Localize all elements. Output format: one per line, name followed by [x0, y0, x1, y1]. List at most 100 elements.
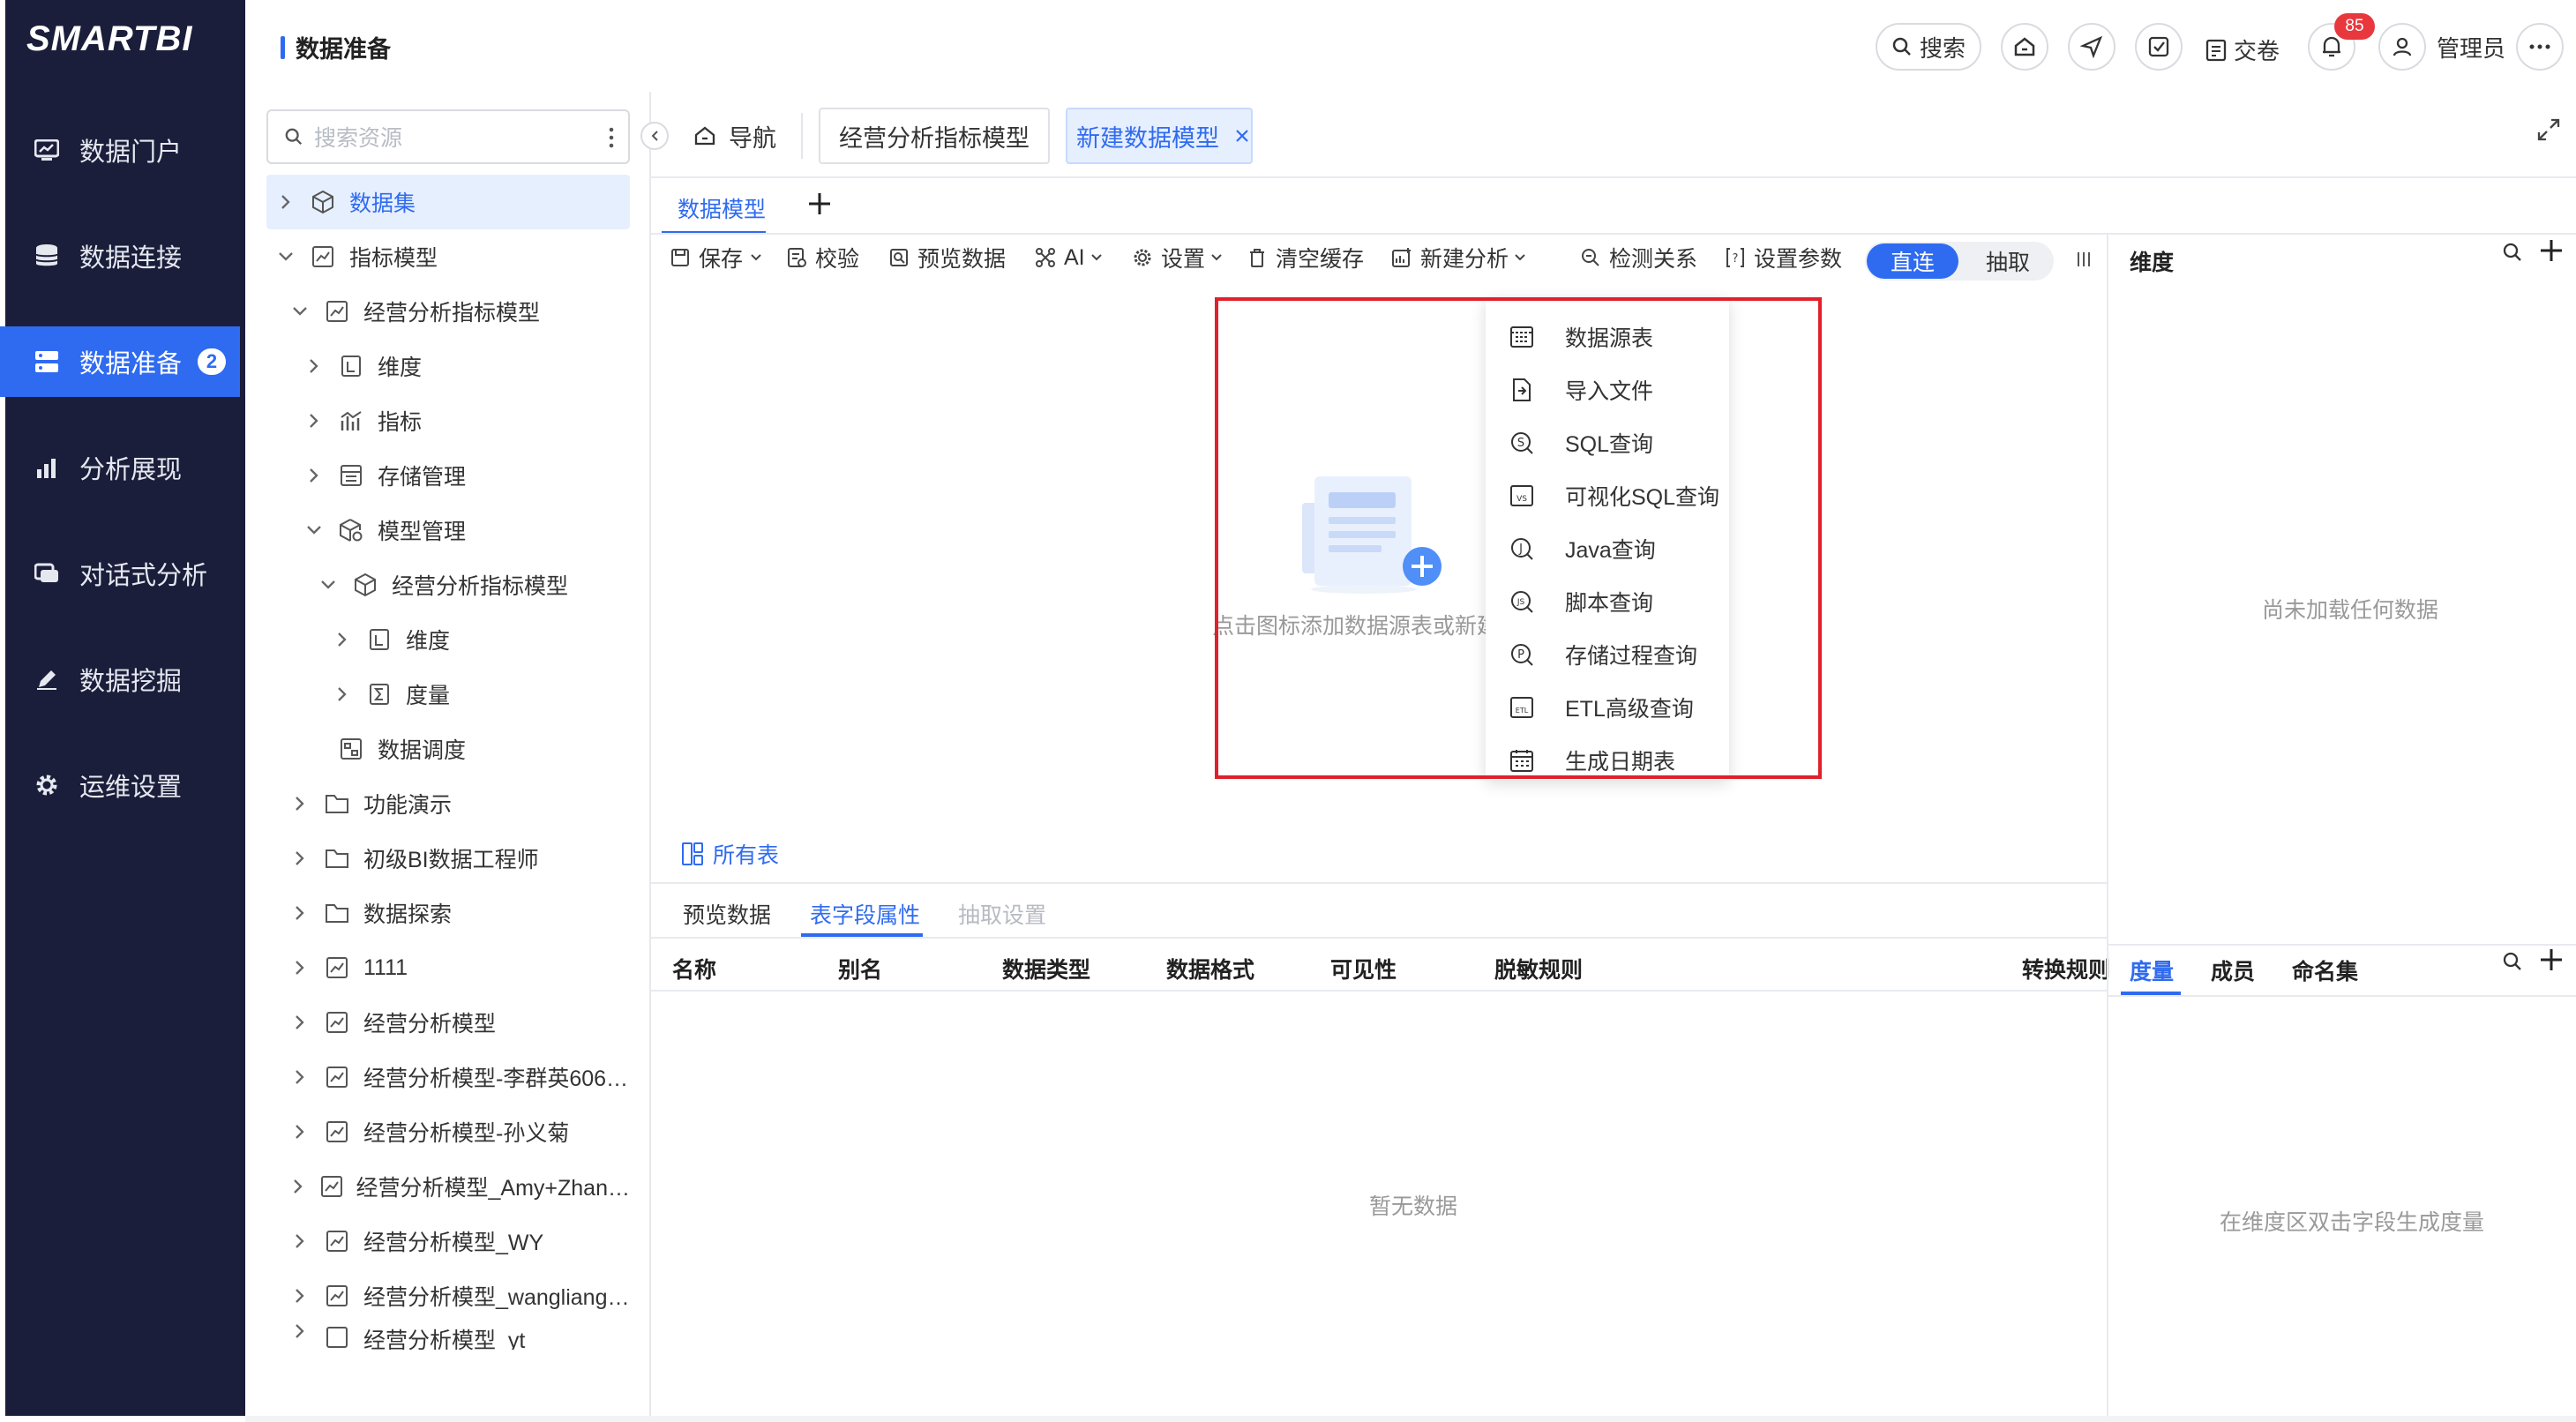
settings-button[interactable]: 设置 [1131, 240, 1223, 275]
column-header[interactable]: 名称 [672, 953, 716, 984]
tree-node[interactable]: 指标 [266, 393, 630, 448]
tab-new-data-model[interactable]: 新建数据模型 [1066, 108, 1253, 164]
tree-node[interactable]: 经营分析模型_wangliang… [266, 1269, 630, 1323]
chevron-right-icon[interactable] [289, 1179, 307, 1194]
tab-measure[interactable]: 度量 [2130, 954, 2174, 986]
direct-mode-option[interactable]: 直连 [1867, 243, 1958, 279]
column-layout-icon[interactable] [2077, 251, 2091, 268]
resource-search-input[interactable]: 搜索资源 [266, 109, 630, 164]
tree-node[interactable]: 经营分析模型_WY [266, 1214, 630, 1269]
more-button[interactable] [2516, 23, 2564, 71]
tree-node[interactable]: 功能演示 [266, 776, 630, 831]
nav-item-chat-analysis[interactable]: 对话式分析 [0, 538, 240, 609]
tree-node[interactable]: 经营分析模型_yt [266, 1323, 630, 1350]
user-menu[interactable]: 管理员 [2378, 23, 2505, 71]
search-icon[interactable] [2502, 951, 2523, 972]
close-icon[interactable] [1235, 129, 1249, 143]
tree-node[interactable]: 维度 [266, 339, 630, 393]
nav-item-data-connection[interactable]: 数据连接 [0, 221, 240, 291]
ai-button[interactable]: AI [1034, 240, 1103, 275]
collapse-panel-button[interactable] [640, 122, 669, 150]
tab-member[interactable]: 成员 [2211, 954, 2255, 986]
fullscreen-icon[interactable] [2535, 116, 2562, 143]
chevron-right-icon[interactable] [289, 1124, 311, 1140]
clear-cache-button[interactable]: 清空缓存 [1246, 240, 1364, 275]
global-search-button[interactable]: 搜索 [1876, 23, 1981, 71]
tab-data-model[interactable]: 数据模型 [678, 192, 766, 224]
chevron-right-icon[interactable] [289, 905, 311, 921]
tree-node[interactable]: 经营分析模型-孙义菊 [266, 1104, 630, 1159]
tab-extract-settings[interactable]: 抽取设置 [958, 898, 1046, 930]
nav-item-data-prep[interactable]: 数据准备 2 [0, 326, 240, 397]
tree-node[interactable]: 维度 [266, 612, 630, 667]
tree-node[interactable]: 模型管理 [266, 503, 630, 558]
nav-item-data-portal[interactable]: 数据门户 [0, 115, 240, 185]
cube-icon [351, 571, 379, 599]
add-dimension-button[interactable] [2539, 238, 2564, 263]
panel-layout-icon [681, 842, 704, 866]
chevron-right-icon[interactable] [289, 1014, 311, 1030]
submit-exam-button[interactable]: 交卷 [2205, 34, 2280, 66]
new-analysis-button[interactable]: 新建分析 [1390, 240, 1526, 275]
chevron-right-icon[interactable] [303, 358, 325, 374]
validate-button[interactable]: 校验 [785, 240, 859, 275]
set-params-button[interactable]: ? 设置参数 [1724, 240, 1842, 275]
chevron-right-icon[interactable] [303, 413, 325, 429]
chevron-right-icon[interactable] [289, 1323, 311, 1339]
detect-relation-button[interactable]: 检测关系 [1579, 240, 1697, 275]
add-tab-button[interactable] [806, 191, 833, 217]
chevron-down-icon[interactable] [303, 525, 325, 535]
tree-node[interactable]: 经营分析模型 [266, 995, 630, 1050]
chevron-right-icon[interactable] [332, 686, 353, 702]
tab-named-set[interactable]: 命名集 [2292, 954, 2358, 986]
tree-node[interactable]: 数据集 [266, 175, 630, 229]
preview-data-button[interactable]: 预览数据 [887, 240, 1006, 275]
chevron-right-icon[interactable] [289, 960, 311, 976]
save-button[interactable]: 保存 [669, 240, 762, 275]
tree-node[interactable]: 数据探索 [266, 886, 630, 940]
tree-node[interactable]: 1111 [266, 940, 630, 995]
tree-node[interactable]: 数据调度 [266, 722, 630, 776]
add-measure-button[interactable] [2539, 947, 2564, 972]
tree-node[interactable]: 初级BI数据工程师 [266, 831, 630, 886]
chevron-down-icon[interactable] [275, 251, 296, 262]
chevron-down-icon[interactable] [318, 580, 339, 590]
column-header[interactable]: 可见性 [1330, 953, 1397, 984]
tree-node[interactable]: 经营分析模型_Amy+Zhan… [266, 1159, 630, 1214]
chevron-right-icon[interactable] [303, 468, 325, 483]
chevron-right-icon[interactable] [289, 1233, 311, 1249]
tree-node[interactable]: 经营分析指标模型 [266, 558, 630, 612]
extract-mode-option[interactable]: 抽取 [1964, 243, 2052, 279]
dashboard-icon [34, 137, 60, 163]
tab-preview-data[interactable]: 预览数据 [683, 898, 771, 930]
chevron-right-icon[interactable] [332, 632, 353, 647]
home-button[interactable] [2001, 23, 2048, 71]
tab-nav[interactable]: 导航 [693, 108, 776, 164]
chevron-right-icon[interactable] [275, 194, 296, 210]
tree-node[interactable]: 度量 [266, 667, 630, 722]
nav-item-data-mining[interactable]: 数据挖掘 [0, 644, 240, 715]
column-header[interactable]: 数据类型 [1002, 953, 1090, 984]
tab-indicator-model[interactable]: 经营分析指标模型 [819, 108, 1050, 164]
chevron-right-icon[interactable] [289, 796, 311, 812]
tree-node[interactable]: 指标模型 [266, 229, 630, 284]
send-button[interactable] [2068, 23, 2115, 71]
all-tables-button[interactable]: 所有表 [681, 838, 779, 870]
nav-item-ops-settings[interactable]: 运维设置 [0, 750, 240, 820]
task-button[interactable] [2135, 23, 2183, 71]
chevron-down-icon[interactable] [289, 306, 311, 317]
kebab-menu-icon[interactable] [609, 127, 614, 148]
tree-node[interactable]: 存储管理 [266, 448, 630, 503]
chevron-right-icon[interactable] [289, 1069, 311, 1085]
tree-node[interactable]: 经营分析指标模型 [266, 284, 630, 339]
chevron-right-icon[interactable] [289, 850, 311, 866]
column-header[interactable]: 数据格式 [1166, 953, 1254, 984]
nav-item-analysis[interactable]: 分析展现 [0, 432, 240, 503]
search-icon[interactable] [2502, 242, 2523, 263]
column-header[interactable]: 脱敏规则 [1494, 953, 1583, 984]
tree-node[interactable]: 经营分析模型-李群英606… [266, 1050, 630, 1104]
chevron-right-icon[interactable] [289, 1288, 311, 1304]
column-header[interactable]: 别名 [838, 953, 882, 984]
column-header[interactable]: 转换规则 [2022, 953, 2110, 984]
tab-field-properties[interactable]: 表字段属性 [810, 898, 920, 930]
